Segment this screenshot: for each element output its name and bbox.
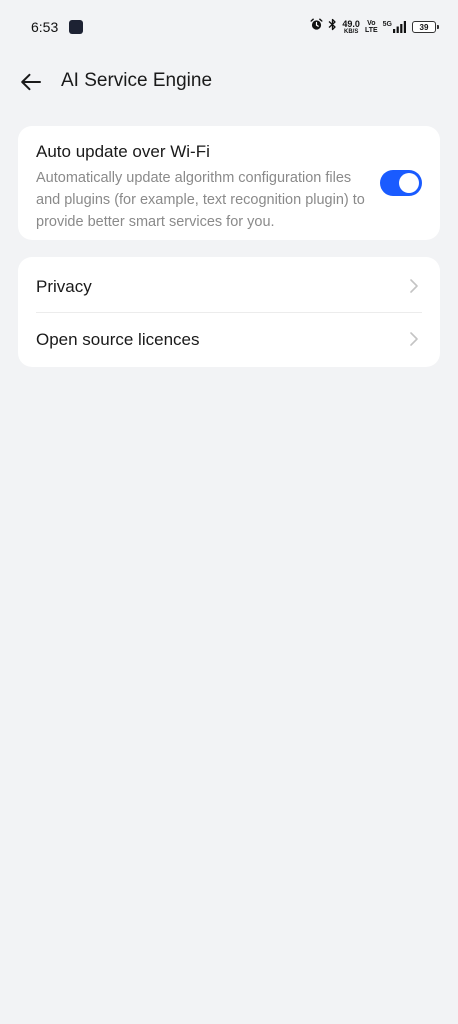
notification-app-icon — [69, 20, 83, 34]
auto-update-toggle[interactable] — [380, 170, 422, 196]
links-card: Privacy Open source licences — [18, 257, 440, 367]
chevron-right-icon — [410, 332, 418, 346]
volte-indicator: Vo LTE — [365, 20, 378, 34]
status-time: 6:53 — [31, 19, 59, 35]
chevron-right-icon — [410, 279, 418, 293]
toggle-knob — [399, 173, 419, 193]
back-button[interactable] — [17, 68, 45, 96]
network-speed-value: 49.0 — [342, 18, 360, 29]
bluetooth-icon — [328, 18, 337, 36]
status-icons: 49.0 KB/S Vo LTE 5G 39 — [310, 18, 439, 36]
volte-top-label: Vo — [367, 20, 376, 27]
privacy-item[interactable]: Privacy — [18, 259, 440, 313]
battery-icon: 39 — [412, 21, 439, 33]
auto-update-card: Auto update over Wi-Fi Automatically upd… — [18, 126, 440, 240]
volte-bottom-label: LTE — [364, 27, 378, 34]
signal-icon: 5G — [383, 21, 407, 33]
auto-update-title: Auto update over Wi-Fi — [36, 142, 210, 161]
auto-update-description: Automatically update algorithm configura… — [36, 170, 365, 230]
arrow-left-icon — [21, 73, 41, 91]
alarm-icon — [310, 18, 323, 36]
page-title: AI Service Engine — [61, 70, 213, 91]
network-speed: 49.0 KB/S — [342, 18, 360, 35]
open-source-licences-label: Open source licences — [36, 330, 200, 349]
privacy-label: Privacy — [36, 277, 92, 296]
open-source-licences-item[interactable]: Open source licences — [18, 312, 440, 366]
status-bar: 6:53 49.0 KB/S Vo LTE 5G 39 — [0, 0, 458, 56]
network-type-label: 5G — [382, 21, 392, 28]
app-header: AI Service Engine — [0, 56, 458, 108]
network-speed-unit: KB/S — [344, 28, 359, 35]
battery-level: 39 — [419, 22, 429, 32]
